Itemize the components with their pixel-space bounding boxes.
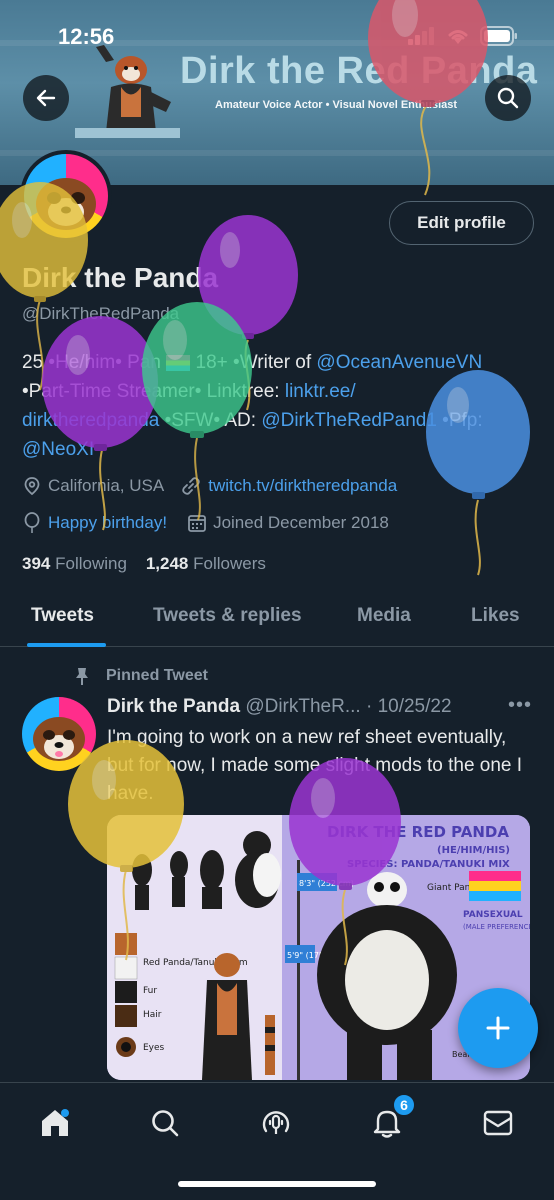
profile-tabs: Tweets Tweets & replies Media Likes: [0, 595, 554, 647]
banner-panel: [75, 128, 180, 138]
tab-tweets-replies[interactable]: Tweets & replies: [153, 605, 302, 627]
nav-spaces[interactable]: [256, 1103, 296, 1143]
profile-meta-row: Happy birthday! Joined December 2018: [22, 512, 389, 534]
bio-text: 25 •He/him• Pan: [22, 352, 167, 373]
search-icon: [497, 87, 519, 109]
ref-title: DIRK THE RED PANDA: [327, 823, 509, 841]
tab-likes[interactable]: Likes: [471, 605, 520, 627]
pride-flag-emoji: [166, 354, 191, 371]
bio-text: 18+ •Writer of: [190, 352, 317, 373]
avatar-image: [36, 178, 96, 230]
tab-media[interactable]: Media: [357, 605, 411, 627]
ref-hair-label: Hair: [143, 1010, 162, 1020]
svg-text:SPECIES: PANDA/TANUKI MIX: SPECIES: PANDA/TANUKI MIX: [347, 859, 510, 870]
tweet-handle: @DirkTheR...: [245, 696, 361, 717]
wifi-icon: [448, 30, 468, 44]
profile-avatar[interactable]: [20, 150, 112, 242]
nav-messages[interactable]: [478, 1103, 518, 1143]
profile-name: Dirk the Panda: [22, 262, 219, 293]
location-pin-icon: [24, 477, 40, 496]
compose-tweet-button[interactable]: [458, 988, 538, 1068]
home-icon: [42, 1109, 69, 1136]
explore-icon: [152, 1110, 179, 1137]
bio-mention-pfp[interactable]: @NeoXI: [22, 439, 94, 460]
follow-stats: 394 Following 1,248 Followers: [22, 554, 266, 574]
profile-meta-row: California, USA twitch.tv/dirktheredpand…: [22, 476, 397, 496]
tab-tweets[interactable]: Tweets: [31, 605, 94, 627]
bio-mention-ad[interactable]: @DirkTheRedPand1: [261, 410, 437, 431]
pinned-label: Pinned Tweet: [72, 666, 208, 686]
tweet-header: Dirk the Panda @DirkTheR... · 10/25/22: [107, 696, 452, 718]
profile-handle: @DirkTheRedPanda: [22, 304, 180, 323]
bio-mention-oceanavenue[interactable]: @OceanAvenueVN: [316, 352, 482, 373]
profile-location: California, USA: [48, 476, 165, 495]
bio-text: •SFW• AD:: [159, 410, 262, 431]
more-icon[interactable]: •••: [508, 694, 532, 717]
banner-subtitle: Amateur Voice Actor • Visual Novel Enthu…: [215, 99, 458, 111]
status-time: 12:56: [58, 24, 115, 49]
profile-bio: 25 •He/him• Pan 18+ •Writer of @OceanAve…: [22, 348, 537, 464]
followers-link[interactable]: 1,248 Followers: [146, 554, 266, 573]
ref-height1-label: 8'3" (252 cm): [299, 879, 354, 888]
balloon-icon: [24, 512, 40, 533]
back-button[interactable]: [23, 75, 69, 121]
search-button[interactable]: [485, 75, 531, 121]
signal-icon: [408, 27, 434, 45]
ref-pansexual-note: (MALE PREFERENCE): [463, 923, 530, 931]
ref-species: PANDA/TANUKI MIX: [401, 859, 510, 870]
following-link[interactable]: 394 Following: [22, 554, 127, 573]
banner-title: Dirk the Red Panda: [180, 50, 538, 92]
spaces-icon: [262, 1111, 290, 1134]
back-arrow-icon: [36, 89, 56, 107]
tweet-text: I'm going to work on a new ref sheet eve…: [107, 727, 523, 804]
battery-icon: [480, 26, 517, 46]
ref-species-label: SPECIES:: [347, 859, 397, 870]
calendar-icon: [188, 515, 206, 532]
active-tab-indicator: [27, 643, 106, 647]
tweet-author[interactable]: Dirk the Panda: [107, 696, 240, 717]
profile-website-link[interactable]: twitch.tv/dirktheredpanda: [208, 476, 397, 496]
profile-birthday[interactable]: Happy birthday!: [48, 513, 167, 533]
tweet-date: · 10/25/22: [365, 696, 452, 717]
nav-home[interactable]: [35, 1103, 75, 1143]
notifications-badge: 6: [392, 1093, 416, 1117]
nav-explore[interactable]: [145, 1103, 185, 1143]
ref-pronouns: (HE/HIM/HIS): [437, 845, 510, 856]
profile-joined: Joined December 2018: [213, 513, 389, 532]
pin-icon: [76, 668, 88, 685]
mail-icon: [483, 1110, 513, 1136]
tweet-avatar-image: [33, 717, 85, 761]
bio-text: •Part-Time Streamer• Linktree:: [22, 381, 285, 402]
link-icon: [182, 477, 200, 495]
bio-text: •Pfp:: [436, 410, 483, 431]
compose-plus-icon: [486, 1016, 510, 1040]
home-indicator: [178, 1181, 376, 1187]
ref-pansexual-label: PANSEXUAL: [463, 910, 523, 920]
edit-profile-button[interactable]: Edit profile: [389, 201, 534, 245]
status-icons: [408, 26, 518, 46]
bio-linktree-link[interactable]: linktr.ee/: [285, 381, 356, 402]
ref-fur-label: Fur: [143, 986, 157, 996]
ref-eyes-label: Eyes: [143, 1043, 165, 1053]
tweet-avatar[interactable]: [22, 697, 96, 771]
bio-linktree-link-cont[interactable]: dirktheredpanda: [22, 410, 159, 431]
banner-character-image: [96, 45, 171, 132]
